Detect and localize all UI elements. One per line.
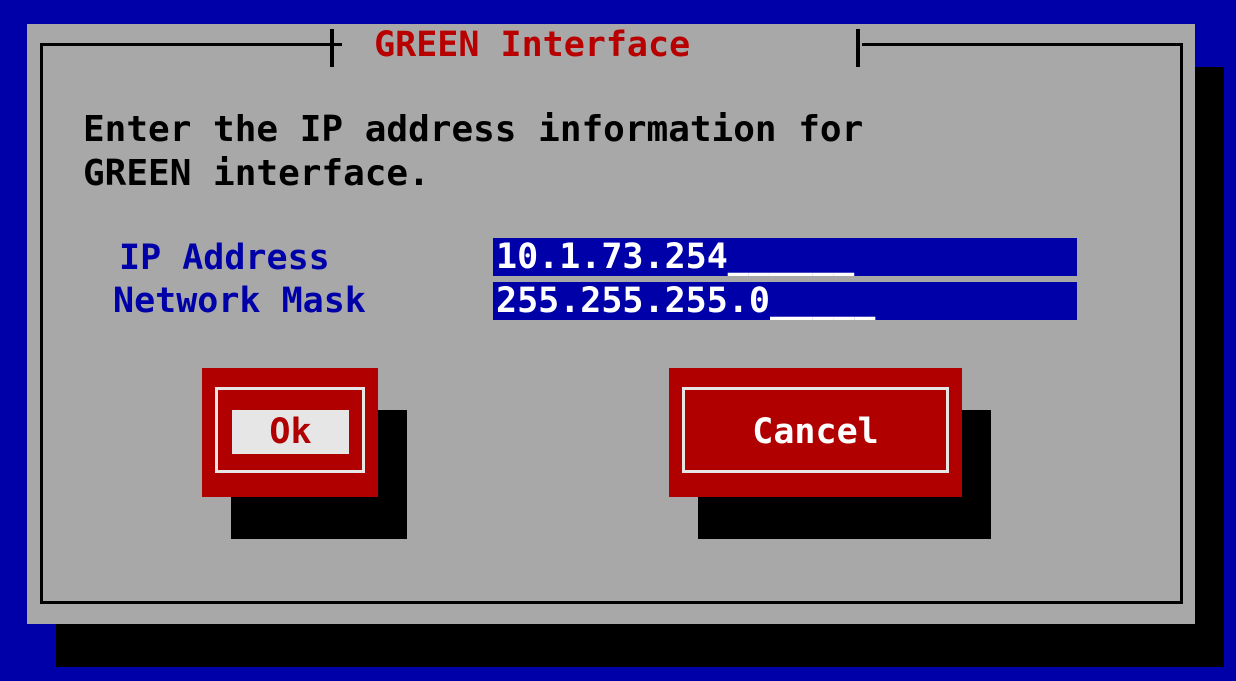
title-divider-left (330, 29, 334, 67)
ip-address-input[interactable]: 10.1.73.254______ (493, 238, 1077, 276)
instruction-text: Enter the IP address information for GRE… (83, 109, 864, 194)
title-divider-right (856, 29, 860, 67)
network-mask-label: Network Mask (113, 281, 366, 321)
cancel-button[interactable]: Cancel (669, 368, 962, 497)
frame-border-top-right (862, 43, 1183, 46)
green-interface-dialog: GREEN Interface Enter the IP address inf… (27, 24, 1195, 624)
network-mask-input[interactable]: 255.255.255.0_____ (493, 282, 1077, 320)
ok-button[interactable]: Ok (202, 368, 378, 497)
frame-border-right (1180, 43, 1183, 604)
frame-border-left (40, 43, 43, 604)
dialog-title: GREEN Interface (353, 25, 712, 65)
frame-border-bottom (40, 601, 1183, 604)
network-mask-filler: _____ (769, 282, 876, 320)
network-mask-value: 255.255.255.0 (496, 282, 770, 320)
ok-button-label: Ok (232, 410, 349, 454)
ip-address-label: IP Address (119, 238, 330, 278)
ip-address-filler: ______ (727, 238, 855, 276)
frame-border-top-left (40, 43, 342, 46)
ip-address-value: 10.1.73.254 (496, 238, 728, 276)
cancel-button-label: Cancel (752, 412, 879, 452)
